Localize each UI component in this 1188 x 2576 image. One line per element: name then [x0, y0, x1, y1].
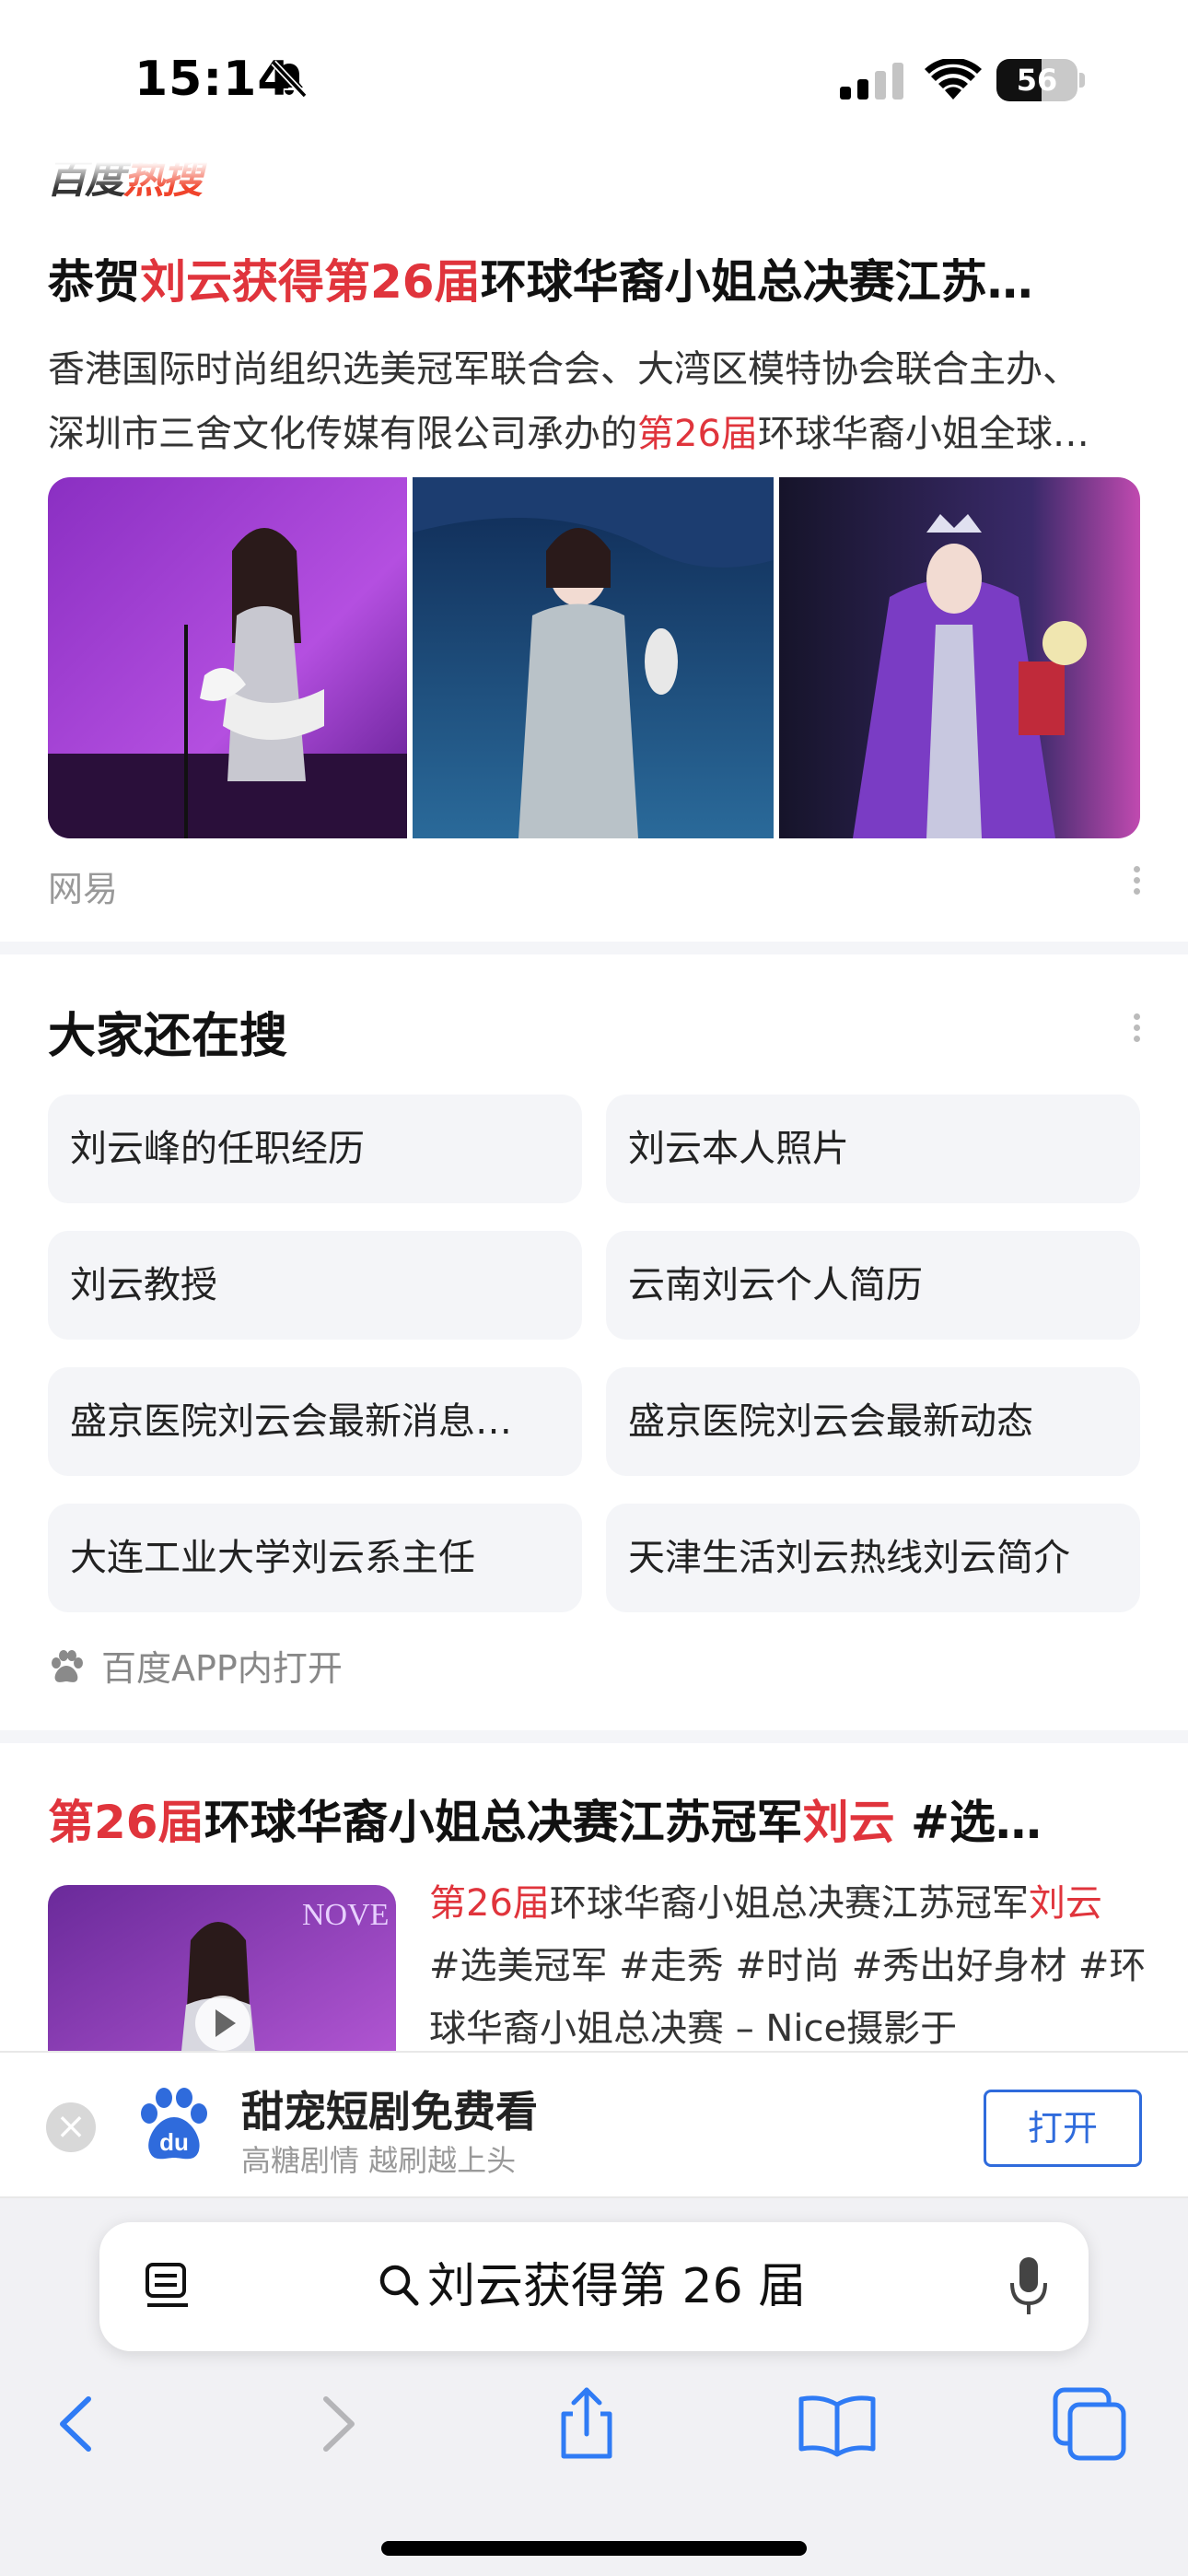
open-in-baidu-app-link[interactable]: 百度APP内打开	[48, 1640, 343, 1691]
browser-toolbar: 刘云获得第 26 届	[0, 2198, 1188, 2576]
baidu-paw-icon	[52, 1650, 83, 1682]
microphone-icon[interactable]	[1007, 2255, 1050, 2318]
share-icon[interactable]	[545, 2383, 628, 2465]
result-image-1[interactable]	[48, 477, 407, 838]
tabs-icon[interactable]	[1048, 2383, 1131, 2465]
result-image-2[interactable]	[413, 477, 774, 838]
more-options-icon[interactable]	[1131, 1013, 1142, 1050]
back-icon[interactable]	[37, 2383, 120, 2465]
search-icon	[379, 2265, 419, 2306]
result-title[interactable]: 恭贺刘云获得第26届环球华裔小姐总决赛江苏…	[48, 245, 1144, 311]
result-snippet: 香港国际时尚组织选美冠军联合会、大湾区模特协会联合主办、 深圳市三舍文化传媒有限…	[48, 348, 1089, 455]
open-in-app-label: 百度APP内打开	[101, 1648, 343, 1689]
result-source: 网易	[48, 869, 119, 909]
bell-muted-icon	[271, 60, 308, 99]
result-image-3[interactable]	[779, 477, 1140, 838]
related-search-item[interactable]: 刘云峰的任职经历	[48, 1095, 582, 1203]
section-divider	[0, 942, 1188, 954]
section-divider	[0, 1730, 1188, 1743]
result-snippet: 第26届环球华裔小姐总决赛江苏冠军刘云 #选美冠军 #走秀 #时尚 #秀出好身材…	[429, 1882, 1147, 2050]
forward-icon[interactable]	[295, 2383, 378, 2465]
status-time: 15:14	[134, 52, 292, 107]
svg-text:du: du	[159, 2128, 189, 2156]
wifi-icon	[925, 59, 982, 100]
more-options-icon[interactable]	[1131, 866, 1142, 903]
app-promo-banner[interactable]: × du 甜宠短剧免费看 高糖剧情 越刷越上头 打开	[0, 2051, 1188, 2198]
search-results[interactable]: 百度热搜 恭贺刘云获得第26届环球华裔小姐总决赛江苏… 香港国际时尚组织选美冠军…	[0, 162, 1188, 2051]
status-bar: 15:14 56	[0, 0, 1188, 162]
related-search-item[interactable]: 云南刘云个人简历	[606, 1231, 1140, 1340]
result-image-gallery[interactable]	[48, 477, 1140, 838]
cellular-signal-icon	[840, 63, 903, 100]
result-title[interactable]: 第26届环球华裔小姐总决赛江苏冠军刘云 #选…	[48, 1786, 1144, 1852]
thumbnail-caption: NOVE	[302, 1898, 390, 1932]
baidu-app-icon: du	[141, 2088, 207, 2160]
battery-level: 56	[1016, 63, 1058, 98]
battery-icon: 56	[996, 59, 1085, 101]
related-search-item[interactable]: 盛京医院刘云会最新消息…	[48, 1367, 582, 1476]
banner-title: 甜宠短剧免费看	[241, 2087, 538, 2137]
banner-subtitle: 高糖剧情 越刷越上头	[241, 2143, 517, 2178]
close-banner-button[interactable]: ×	[46, 2102, 96, 2152]
related-search-item[interactable]: 刘云教授	[48, 1231, 582, 1340]
bookmarks-icon[interactable]	[796, 2383, 879, 2465]
related-searches-title: 大家还在搜	[48, 1009, 288, 1064]
related-search-item[interactable]: 大连工业大学刘云系主任	[48, 1504, 582, 1612]
related-search-item[interactable]: 天津生活刘云热线刘云简介	[606, 1504, 1140, 1612]
address-text[interactable]: 刘云获得第 26 届	[427, 2250, 806, 2324]
home-indicator[interactable]	[381, 2541, 807, 2556]
related-search-item[interactable]: 盛京医院刘云会最新动态	[606, 1367, 1140, 1476]
address-bar[interactable]: 刘云获得第 26 届	[99, 2222, 1089, 2351]
page-menu-icon[interactable]	[144, 2261, 192, 2313]
open-app-button[interactable]: 打开	[984, 2090, 1142, 2167]
related-search-item[interactable]: 刘云本人照片	[606, 1095, 1140, 1203]
